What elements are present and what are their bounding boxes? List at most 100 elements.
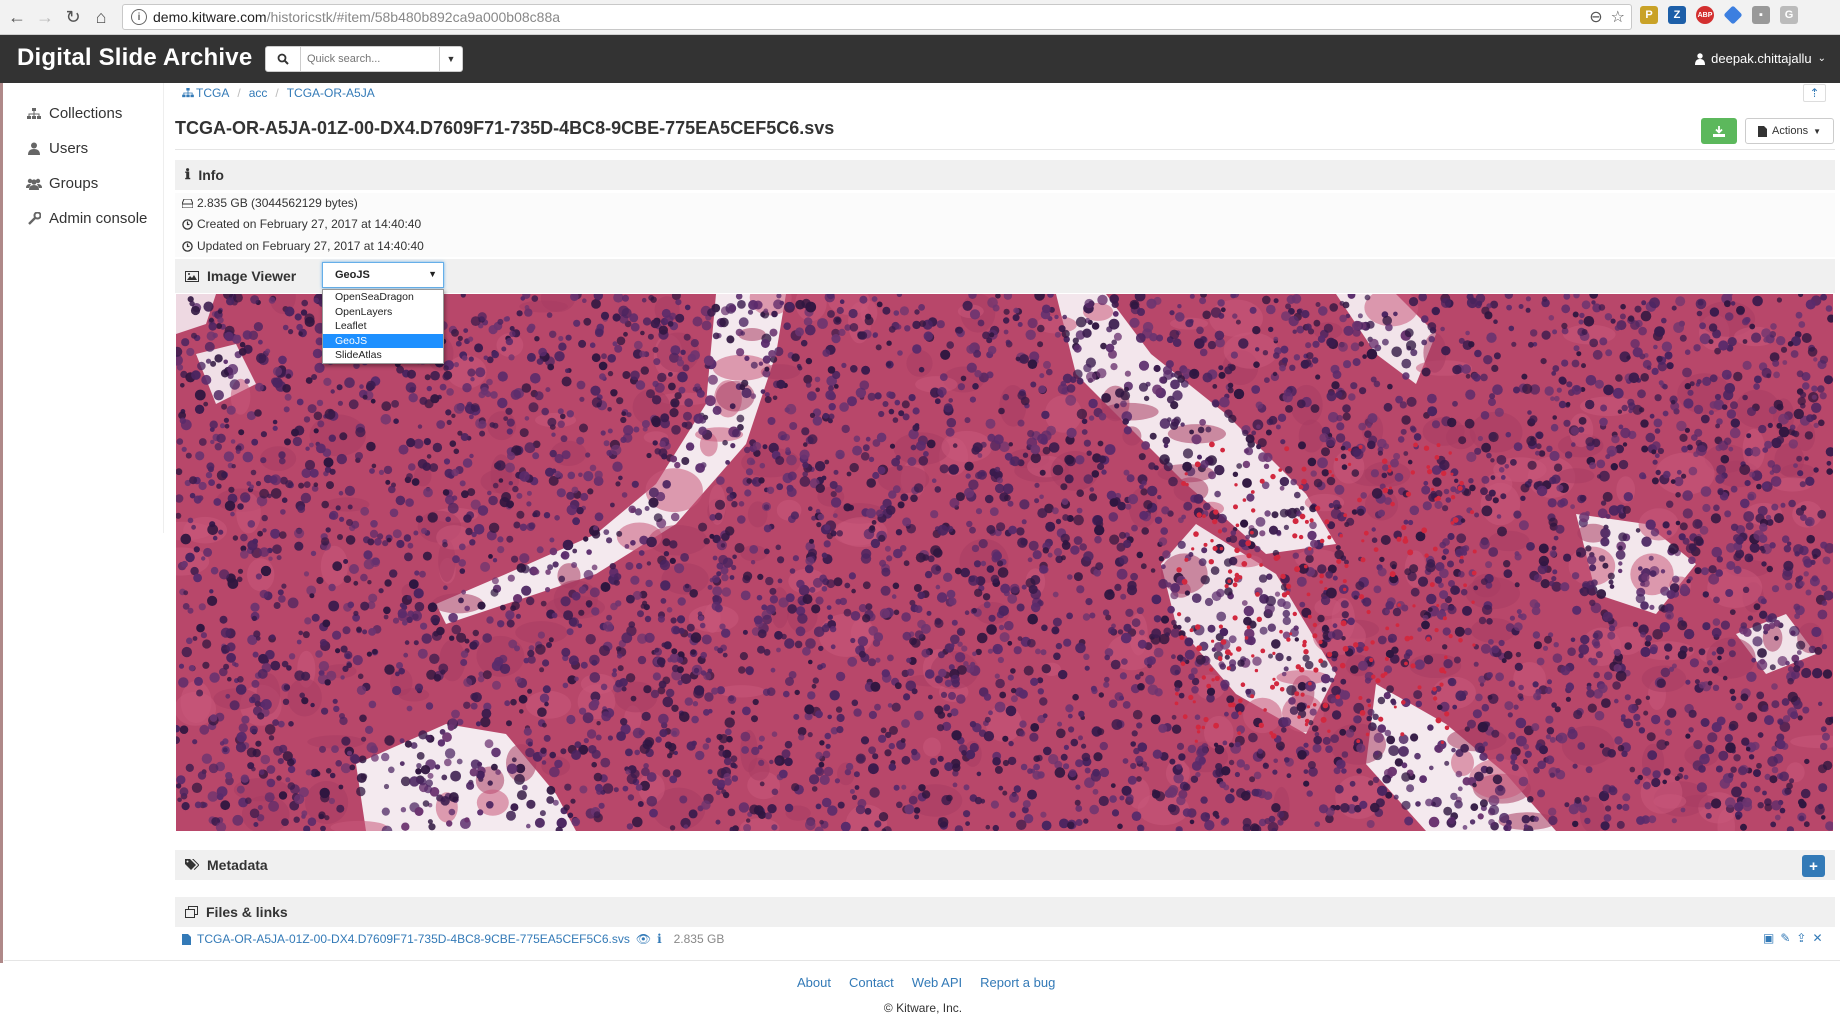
level-up-icon: ⇡	[1809, 86, 1820, 100]
slide-image-viewer[interactable]	[176, 294, 1833, 831]
sidebar: Collections Users Groups Admin console	[4, 83, 164, 533]
viewer-option[interactable]: SlideAtlas	[323, 348, 443, 363]
address-bar[interactable]: i demo.kitware.com/historicstk/#item/58b…	[122, 4, 1632, 30]
breadcrumb-link[interactable]: acc	[249, 86, 268, 100]
image-icon[interactable]: ▣	[1763, 931, 1774, 945]
viewer-option[interactable]: OpenLayers	[323, 305, 443, 320]
add-metadata-button[interactable]: +	[1802, 855, 1825, 877]
info-size-text: 2.835 GB (3044562129 bytes)	[197, 196, 358, 210]
sitemap-icon	[182, 88, 194, 98]
section-title: Metadata	[207, 857, 268, 873]
info-created-text: Created on February 27, 2017 at 14:40:40	[197, 217, 422, 231]
upload-icon[interactable]: ⇪	[1796, 931, 1806, 945]
sidebar-item-label: Collections	[49, 105, 123, 122]
window-edge	[0, 83, 3, 963]
browser-toolbar: ← → ↻ ⌂ i demo.kitware.com/historicstk/#…	[0, 0, 1840, 35]
files-section-header: Files & links	[175, 897, 1835, 927]
file-list-item: TCGA-OR-A5JA-01Z-00-DX4.D7609F71-735D-4B…	[182, 930, 724, 948]
breadcrumb-link: TCGA	[196, 86, 230, 100]
app-header: Digital Slide Archive ▼ deepak.chittajal…	[0, 35, 1840, 83]
extension-icon[interactable]: ▪	[1752, 6, 1770, 24]
info-icon[interactable]: i	[657, 932, 662, 946]
breadcrumb-link[interactable]: TCGA-OR-A5JA	[287, 86, 375, 100]
breadcrumb-separator: /	[275, 86, 279, 100]
footer-link-web-api[interactable]: Web API	[912, 975, 962, 990]
file-actions: ▣ ✎ ⇪ ✕	[1763, 931, 1823, 945]
footer-link-report-bug[interactable]: Report a bug	[980, 975, 1055, 990]
info-section-header: ℹ Info	[175, 160, 1835, 190]
user-icon	[26, 142, 42, 155]
actions-dropdown-button[interactable]: Actions ▼	[1745, 118, 1834, 144]
back-icon[interactable]: ←	[6, 6, 28, 28]
info-size: 2.835 GB (3044562129 bytes)	[182, 194, 358, 212]
parent-folder-button[interactable]: ⇡	[1803, 84, 1826, 102]
quick-search: ▼	[265, 46, 463, 72]
search-icon[interactable]	[265, 46, 301, 72]
info-body	[175, 193, 1835, 257]
section-title: Info	[198, 167, 224, 183]
file-icon	[182, 933, 191, 945]
forward-icon[interactable]: →	[34, 6, 56, 28]
download-icon	[1713, 125, 1725, 137]
zoom-icon[interactable]: ⊖	[1589, 7, 1602, 27]
url-path: /historicstk/#item/58b480b892ca9a000b08c…	[266, 9, 561, 25]
info-icon: ℹ	[185, 167, 191, 183]
delete-icon[interactable]: ✕	[1812, 931, 1822, 945]
copyright: © Kitware, Inc.	[883, 1001, 963, 1015]
bookmark-star-icon[interactable]: ☆	[1611, 7, 1625, 27]
extension-icon[interactable]: G	[1780, 6, 1798, 24]
download-button[interactable]	[1701, 118, 1737, 144]
url-host: demo.kitware.com	[153, 9, 267, 25]
footer-links: About Contact Web API Report a bug	[797, 975, 1055, 990]
sidebar-item-label: Admin console	[49, 210, 148, 227]
users-icon	[26, 178, 42, 190]
sidebar-item-users[interactable]: Users	[4, 131, 163, 166]
reload-icon[interactable]: ↻	[62, 6, 84, 28]
breadcrumb: TCGA / acc / TCGA-OR-A5JA	[182, 84, 375, 102]
breadcrumb-root[interactable]: TCGA	[182, 86, 229, 100]
tags-icon	[185, 859, 199, 870]
brand-title[interactable]: Digital Slide Archive	[17, 44, 252, 72]
site-info-icon[interactable]: i	[131, 9, 147, 25]
home-icon[interactable]: ⌂	[90, 6, 112, 28]
plus-icon: +	[1809, 857, 1818, 875]
user-menu[interactable]: deepak.chittajallu ⌄	[1695, 51, 1826, 66]
chevron-down-icon: ⌄	[1817, 53, 1826, 64]
tissue-image	[176, 294, 1833, 831]
edit-icon[interactable]: ✎	[1780, 931, 1790, 945]
breadcrumb-separator: /	[237, 86, 241, 100]
clock-icon	[182, 240, 193, 252]
sitemap-icon	[26, 107, 42, 120]
extension-icon[interactable]: Z	[1668, 6, 1686, 24]
username: deepak.chittajallu	[1711, 51, 1812, 66]
info-updated: Updated on February 27, 2017 at 14:40:40	[182, 237, 424, 255]
sidebar-item-admin-console[interactable]: Admin console	[4, 201, 163, 236]
adblock-icon[interactable]: ABP	[1696, 6, 1714, 24]
caret-down-icon: ▼	[428, 269, 437, 279]
sidebar-item-label: Users	[49, 140, 89, 157]
picture-icon	[185, 270, 199, 282]
viewer-option[interactable]: Leaflet	[323, 319, 443, 334]
sidebar-item-groups[interactable]: Groups	[4, 166, 163, 201]
footer-link-about[interactable]: About	[797, 975, 831, 990]
viewer-option-selected[interactable]: GeoJS	[323, 333, 443, 348]
viewer-option[interactable]: OpenSeaDragon	[323, 290, 443, 305]
search-mode-dropdown[interactable]: ▼	[439, 46, 463, 72]
viewer-select[interactable]: GeoJS ▼	[322, 262, 444, 288]
metadata-section-header: Metadata	[175, 850, 1835, 880]
divider	[175, 149, 1835, 150]
footer-link-contact[interactable]: Contact	[849, 975, 894, 990]
eye-icon[interactable]: 👁	[636, 932, 651, 946]
wrench-icon	[26, 212, 42, 225]
page-title: TCGA-OR-A5JA-01Z-00-DX4.D7609F71-735D-4B…	[175, 118, 835, 138]
info-updated-text: Updated on February 27, 2017 at 14:40:40	[197, 239, 424, 253]
viewer-select-value: GeoJS	[335, 269, 370, 281]
sidebar-item-collections[interactable]: Collections	[4, 96, 163, 131]
search-input[interactable]	[301, 46, 439, 72]
file-link[interactable]: TCGA-OR-A5JA-01Z-00-DX4.D7609F71-735D-4B…	[197, 932, 630, 946]
caret-down-icon: ▼	[1813, 126, 1821, 136]
extension-icons: P Z ABP ▪ G	[1640, 5, 1798, 25]
extension-icon[interactable]: P	[1640, 6, 1658, 24]
extension-icon[interactable]	[1723, 5, 1743, 25]
viewer-options-list: OpenSeaDragon OpenLayers Leaflet GeoJS S…	[322, 289, 444, 364]
